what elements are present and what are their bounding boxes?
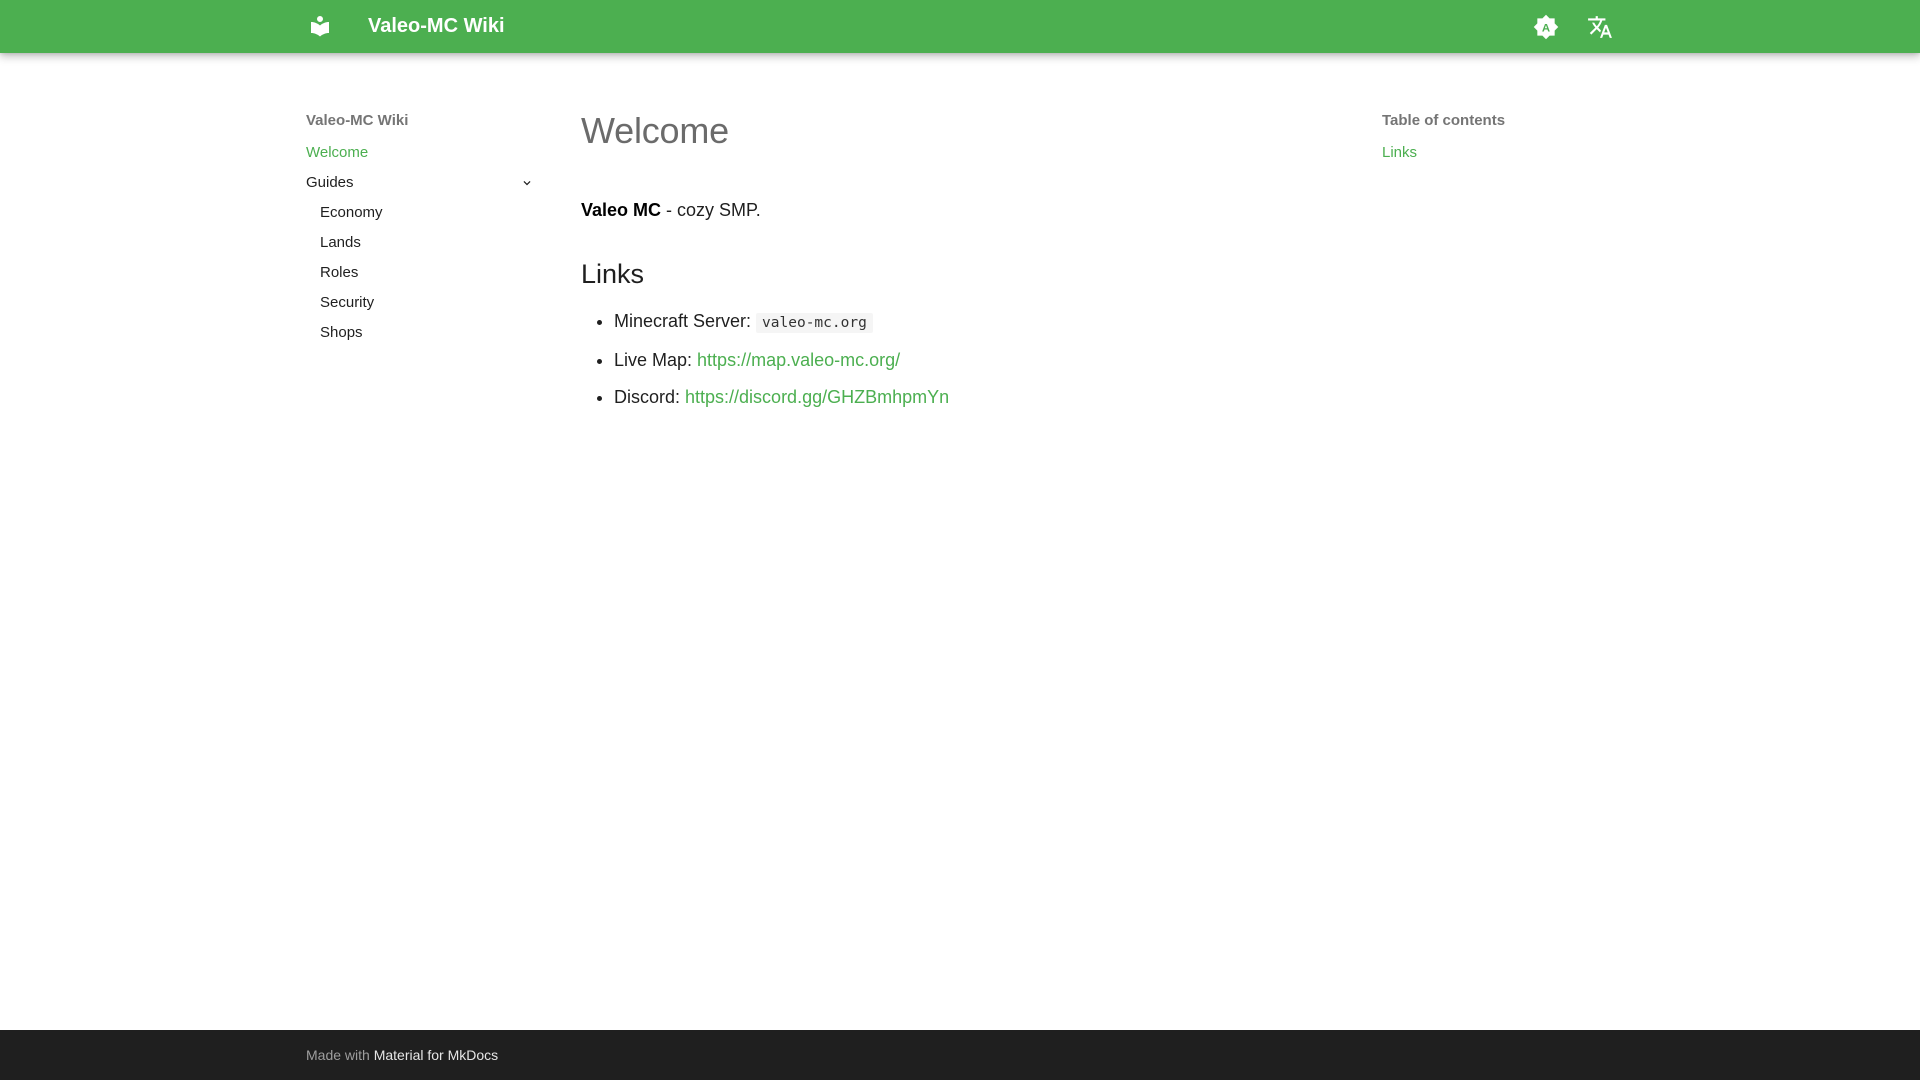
links-heading: Links <box>581 259 645 289</box>
footer-made-with: Made with <box>306 1047 374 1063</box>
nav-item-roles[interactable]: Roles <box>320 258 536 288</box>
site-title: Valeo-MC Wiki <box>368 15 505 37</box>
main-content: Welcome Valeo MC - cozy SMP. Links Minec… <box>581 104 1341 421</box>
header-bar: Valeo-MC Wiki A <box>0 0 1920 53</box>
primary-navigation: Valeo-MC Wiki Welcome Guides Economy Lan… <box>306 108 536 348</box>
list-item: Discord: https://discord.gg/GHZBmhpmYn <box>614 384 1341 410</box>
intro-text: - cozy SMP. <box>661 200 761 220</box>
discord-link[interactable]: https://discord.gg/GHZBmhpmYn <box>685 387 949 407</box>
list-item: Minecraft Server: valeo-mc.org <box>614 308 1341 336</box>
nav-guides-children: Economy Lands Roles Security Shops <box>306 198 536 348</box>
brightness-auto-icon[interactable]: A <box>1533 14 1559 40</box>
table-of-contents: Table of contents Links <box>1382 108 1612 168</box>
nav-item-welcome[interactable]: Welcome <box>306 138 536 168</box>
nav-item-guides[interactable]: Guides <box>306 168 536 198</box>
footer-text: Made with Material for MkDocs <box>306 1030 498 1080</box>
toc-item-links[interactable]: Links <box>1382 138 1612 168</box>
footer: Made with Material for MkDocs <box>0 1030 1920 1080</box>
live-map-link[interactable]: https://map.valeo-mc.org/ <box>697 350 900 370</box>
svg-text:A: A <box>1542 23 1550 35</box>
footer-mkdocs-link[interactable]: Material for MkDocs <box>374 1047 498 1063</box>
links-list: Minecraft Server: valeo-mc.org Live Map:… <box>581 308 1341 410</box>
list-item: Live Map: https://map.valeo-mc.org/ <box>614 347 1341 373</box>
page-title: Welcome <box>581 110 729 151</box>
chevron-down-icon[interactable] <box>520 176 534 190</box>
nav-item-security[interactable]: Security <box>320 288 536 318</box>
nav-item-economy[interactable]: Economy <box>320 198 536 228</box>
nav-section-guides: Guides <box>306 168 536 198</box>
translate-icon[interactable] <box>1587 14 1613 40</box>
nav-title: Valeo-MC Wiki <box>306 112 409 129</box>
server-address: valeo-mc.org <box>756 313 873 333</box>
link-label: Live Map: <box>614 350 698 370</box>
intro-bold: Valeo MC <box>581 200 662 220</box>
book-open-icon[interactable] <box>308 14 332 38</box>
link-label: Minecraft Server: <box>614 311 757 331</box>
intro-paragraph: Valeo MC - cozy SMP. <box>581 198 1341 222</box>
link-label: Discord: <box>614 387 686 407</box>
nav-item-lands[interactable]: Lands <box>320 228 536 258</box>
nav-item-shops[interactable]: Shops <box>320 318 536 348</box>
toc-title: Table of contents <box>1382 112 1506 129</box>
